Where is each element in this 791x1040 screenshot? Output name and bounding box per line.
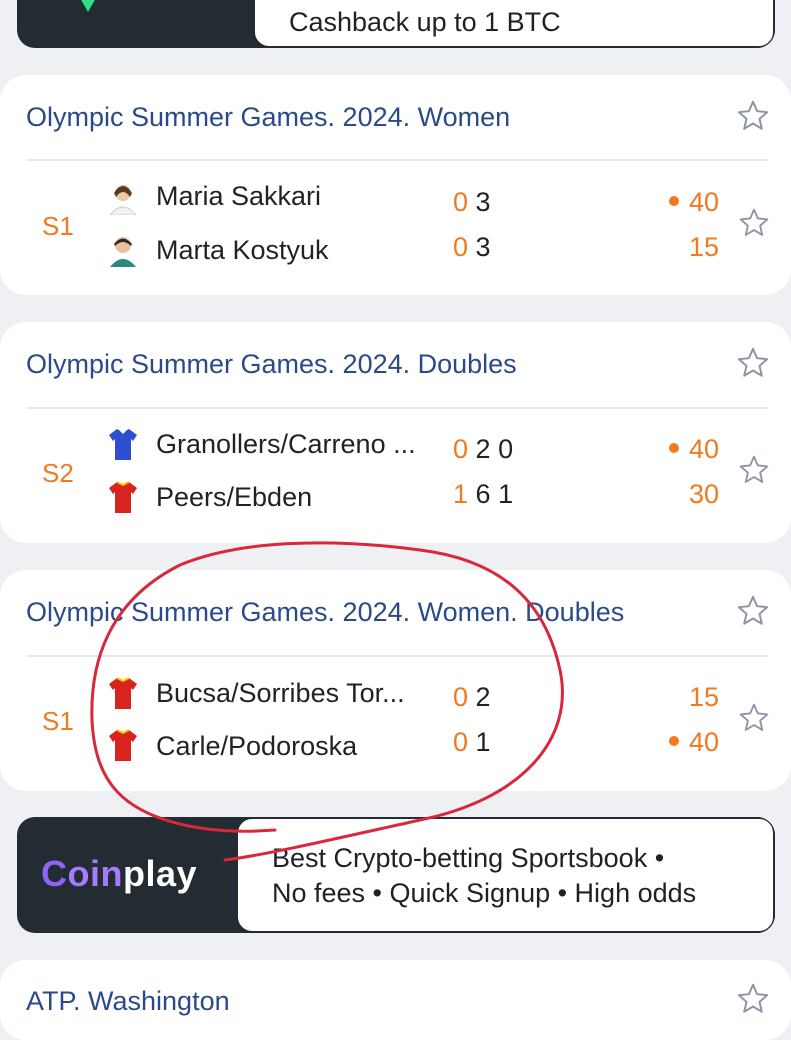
player-name: Granollers/Carreno ... [156,429,416,459]
coinplay-logo-c: C [41,853,68,894]
shirt-blue-icon [109,429,137,460]
player-name: Peers/Ebden [156,482,313,512]
score: 0 2 0 [453,434,513,465]
match-card-women[interactable]: Olympic Summer Games. 2024. Women S1 Mar… [0,75,791,295]
points: 30 [688,479,719,509]
set-indicator: S2 [42,458,74,488]
divider [26,407,768,409]
game-score: 0 [453,434,469,464]
player-name: Marta Kostyuk [156,235,329,265]
serving-indicator [668,442,679,453]
coinplay-logo: Coinplay [41,853,198,894]
score: 0 1 [453,727,491,758]
points: 40 [668,434,719,465]
points: 15 [688,682,719,712]
top-promo-line: Cashback up to 1 BTC [289,7,561,37]
game-score: 0 [453,682,469,712]
shirt-red-icon [109,481,137,513]
player-avatar-icon [109,185,137,215]
match-card-women-doubles[interactable]: Olympic Summer Games. 2024. Women. Doubl… [0,570,791,791]
top-promo-banner[interactable]: Cashback up to 1 BTC [17,0,775,48]
game-score: 0 [453,232,469,262]
serving-indicator [668,735,679,746]
player-name: Carle/Podoroska [156,731,358,761]
coinplay-line-2: No fees • Quick Signup • High odds [272,878,697,908]
set-scores: 2 [475,682,491,712]
set-scores: 3 [475,232,491,262]
game-score: 1 [453,479,469,509]
set-scores: 1 [475,727,491,757]
player-name: Maria Sakkari [156,181,322,211]
divider [26,655,768,657]
coinplay-promo-banner[interactable]: Coinplay Best Crypto-betting Sportsbook … [17,817,775,933]
set-scores: 6 1 [475,479,514,509]
favorite-star-icon[interactable] [736,99,770,133]
match-card-atp-washington[interactable]: ATP. Washington [0,960,791,1040]
tournament-title[interactable]: Olympic Summer Games. 2024. Women [26,102,510,133]
game-score: 0 [453,187,469,217]
tournament-title[interactable]: Olympic Summer Games. 2024. Doubles [26,349,517,380]
favorite-match-star-icon[interactable] [738,207,770,239]
points: 40 [668,727,719,758]
serving-indicator [668,195,679,206]
favorite-match-star-icon[interactable] [738,702,770,734]
shirt-red-icon [109,677,137,709]
favorite-star-icon[interactable] [736,346,770,380]
score: 0 2 [453,682,491,713]
shirt-red-icon [109,729,137,761]
divider [26,159,768,161]
set-scores: 2 0 [475,434,514,464]
player-avatar-icon [110,237,136,267]
tournament-title[interactable]: Olympic Summer Games. 2024. Women. Doubl… [26,597,624,628]
set-indicator: S1 [42,211,74,241]
score: 0 3 [453,232,491,263]
points: 15 [688,232,719,262]
game-score: 0 [453,727,469,757]
coinplay-line-1: Best Crypto-betting Sportsbook • [272,843,665,873]
favorite-star-icon[interactable] [736,982,770,1016]
top-promo-text-box: Cashback up to 1 BTC [253,0,775,48]
coinplay-text-box: Best Crypto-betting Sportsbook • No fees… [236,817,775,933]
player-name: Bucsa/Sorribes Tor... [156,678,405,708]
tournament-title[interactable]: ATP. Washington [26,986,230,1017]
set-scores: 3 [475,187,491,217]
match-card-doubles[interactable]: Olympic Summer Games. 2024. Doubles S2 G… [0,322,791,543]
points: 40 [668,187,719,218]
brand-logo-icon [81,0,95,12]
score: 1 6 1 [453,479,513,510]
score: 0 3 [453,187,491,218]
set-indicator: S1 [42,706,74,736]
favorite-match-star-icon[interactable] [738,454,770,486]
favorite-star-icon[interactable] [736,594,770,628]
